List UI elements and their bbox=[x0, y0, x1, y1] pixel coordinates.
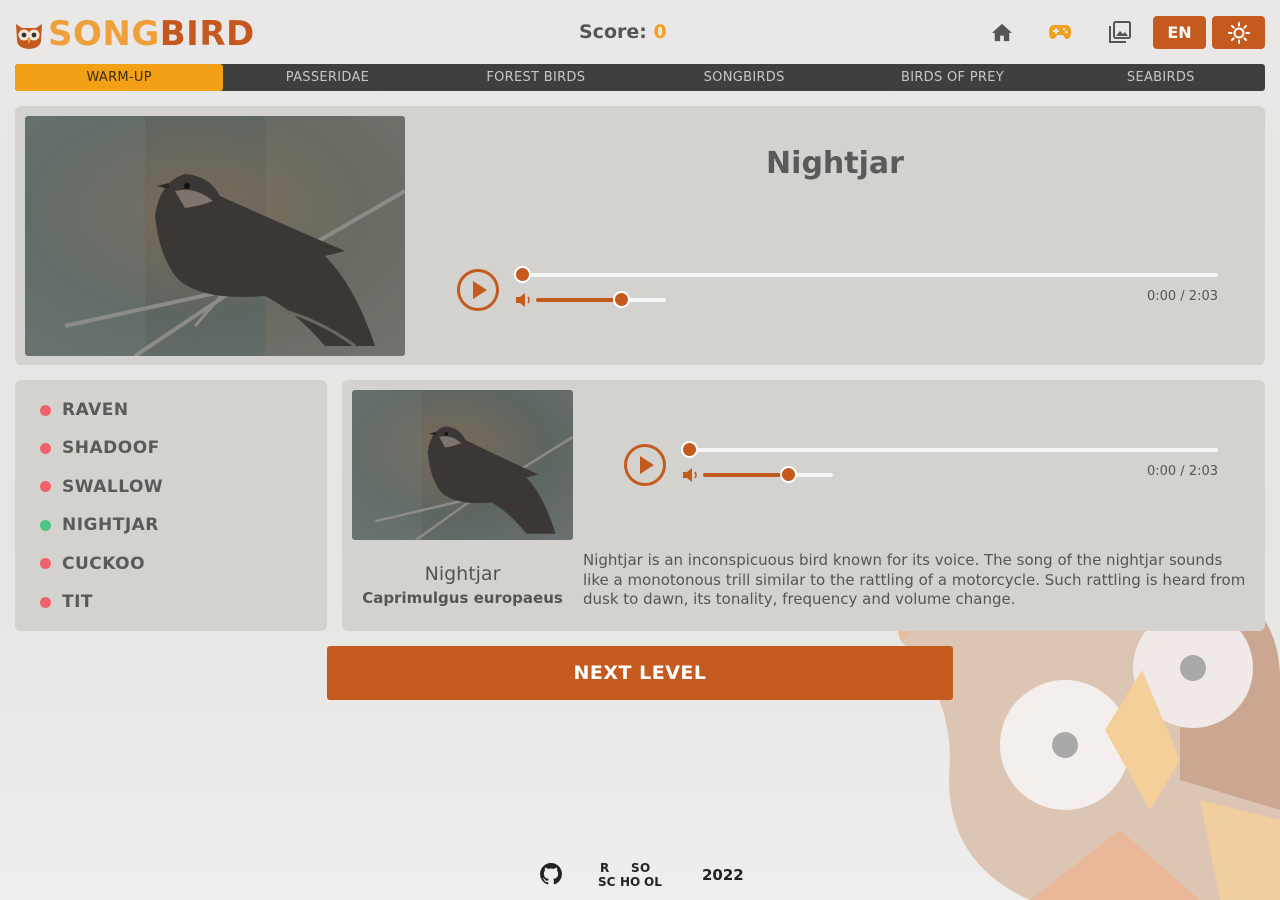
progress-thumb[interactable] bbox=[514, 266, 531, 283]
answer-option[interactable]: SHADOOF bbox=[40, 435, 300, 461]
game-button[interactable] bbox=[1046, 18, 1074, 46]
theme-toggle-button[interactable] bbox=[1212, 16, 1265, 49]
footer: R S O SC HO OL 2022 bbox=[0, 857, 1280, 891]
tab-warm-up[interactable]: WARM-UP bbox=[15, 64, 224, 91]
svg-text:R: R bbox=[600, 861, 609, 875]
info-time-display: 0:00 / 2:03 bbox=[1146, 464, 1218, 479]
bird-info-image bbox=[352, 390, 573, 540]
gallery-button[interactable] bbox=[1106, 18, 1134, 46]
sun-icon bbox=[1227, 21, 1250, 44]
question-panel: Nightjar 0:00 / 2:03 bbox=[15, 106, 1265, 365]
svg-text:HO: HO bbox=[620, 875, 640, 888]
answer-options-list: RAVEN SHADOOF SWALLOW NIGHTJAR CUCKOO TIT bbox=[40, 397, 310, 617]
status-dot bbox=[40, 519, 51, 531]
bird-info-panel: 0:00 / 2:03 Nightjar Caprimulgus europae… bbox=[342, 380, 1265, 631]
answer-option-label: TIT bbox=[62, 592, 94, 612]
tab-seabirds[interactable]: SEABIRDS bbox=[1057, 64, 1265, 91]
volume-icon[interactable] bbox=[515, 292, 533, 308]
play-button[interactable] bbox=[456, 268, 500, 312]
answer-option[interactable]: TIT bbox=[40, 589, 300, 615]
answer-option-label: CUCKOO bbox=[62, 553, 146, 574]
answer-option[interactable]: SWALLOW bbox=[40, 474, 300, 500]
volume-thumb[interactable] bbox=[613, 291, 630, 308]
owl-logo-icon bbox=[16, 24, 42, 49]
answer-option-label: RAVEN bbox=[62, 400, 129, 420]
status-dot bbox=[40, 481, 51, 493]
info-volume-fill bbox=[703, 473, 789, 477]
info-volume-thumb[interactable] bbox=[780, 466, 797, 483]
answer-option-label: SHADOOF bbox=[62, 438, 160, 459]
tab-songbirds[interactable]: SONGBIRDS bbox=[640, 64, 848, 91]
svg-text:SC: SC bbox=[598, 875, 616, 888]
score-value: 0 bbox=[653, 21, 667, 43]
rs-school-logo[interactable]: R S O SC HO OL bbox=[598, 861, 668, 888]
tab-passeridae[interactable]: PASSERIDAE bbox=[223, 64, 431, 91]
next-level-button[interactable]: NEXT LEVEL bbox=[327, 646, 953, 700]
answer-option[interactable]: CUCKOO bbox=[40, 551, 300, 577]
score-display: Score: 0 bbox=[579, 21, 667, 43]
play-icon bbox=[640, 456, 654, 474]
status-dot bbox=[40, 442, 51, 454]
home-icon bbox=[992, 23, 1012, 42]
language-label: EN bbox=[1167, 23, 1192, 42]
home-button[interactable] bbox=[988, 18, 1016, 46]
info-volume-icon[interactable] bbox=[682, 467, 700, 483]
bird-latin-name: Caprimulgus europaeus bbox=[362, 589, 563, 607]
tab-forest-birds[interactable]: FOREST BIRDS bbox=[432, 64, 640, 91]
progress-track[interactable] bbox=[522, 273, 1218, 277]
svg-text:S: S bbox=[631, 861, 640, 875]
score-label: Score: bbox=[579, 21, 647, 43]
bird-description: Nightjar is an inconspicuous bird known … bbox=[583, 551, 1246, 608]
bird-name: Nightjar bbox=[424, 563, 501, 585]
status-dot bbox=[40, 558, 51, 570]
app-title: SONGBIRD bbox=[48, 14, 255, 54]
play-icon bbox=[473, 281, 487, 299]
category-nav: WARM-UP PASSERIDAE FOREST BIRDS SONGBIRDS BI… bbox=[15, 64, 1265, 91]
gallery-icon bbox=[1109, 21, 1131, 43]
time-display: 0:00 / 2:03 bbox=[1146, 289, 1218, 304]
answer-option-label: NIGHTJAR bbox=[62, 515, 159, 536]
info-progress-track[interactable] bbox=[689, 448, 1218, 452]
question-title: Nightjar bbox=[766, 146, 904, 181]
info-progress-thumb[interactable] bbox=[681, 441, 698, 458]
gamepad-icon bbox=[1049, 25, 1071, 39]
svg-text:OL: OL bbox=[644, 875, 662, 888]
github-icon[interactable] bbox=[539, 862, 563, 886]
answer-option[interactable]: RAVEN bbox=[40, 397, 300, 423]
status-dot bbox=[40, 404, 51, 416]
footer-year: 2022 bbox=[702, 866, 744, 884]
tab-birds-of-prey[interactable]: BIRDS OF PREY bbox=[848, 64, 1056, 91]
answer-option[interactable]: NIGHTJAR bbox=[40, 512, 300, 538]
language-button[interactable]: EN bbox=[1153, 16, 1206, 49]
status-dot bbox=[40, 596, 51, 608]
info-play-button[interactable] bbox=[623, 443, 667, 487]
header: SONGBIRD Score: 0 EN bbox=[0, 0, 1280, 64]
svg-text:O: O bbox=[640, 861, 650, 875]
volume-fill bbox=[536, 298, 622, 302]
answer-option-label: SWALLOW bbox=[62, 476, 164, 497]
bird-image bbox=[25, 116, 405, 356]
app-logo[interactable]: SONGBIRD bbox=[14, 14, 255, 54]
